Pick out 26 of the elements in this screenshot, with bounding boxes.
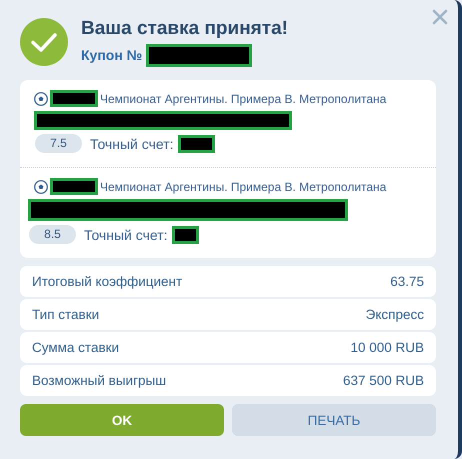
summary-value: 63.75 — [390, 274, 424, 289]
coupon-label: Купон № — [81, 47, 142, 63]
summary-label: Итоговый коэффициент — [32, 274, 182, 289]
success-title: Ваша ставка принята! — [81, 18, 288, 40]
summary-value: 10 000 RUB — [350, 340, 424, 355]
league-name: Чемпионат Аргентины. Примера B. Метрополитана — [100, 92, 386, 106]
print-button[interactable]: ПЕЧАТЬ — [232, 404, 436, 436]
odds-badge: 8.5 — [29, 225, 76, 244]
bet-type: Точный счет: — [90, 136, 174, 152]
summary-label: Возможный выигрыш — [32, 373, 166, 388]
redaction-bar — [50, 178, 98, 195]
soccer-ball-icon — [34, 180, 48, 194]
close-icon[interactable] — [432, 9, 448, 25]
redaction-bar — [172, 226, 198, 244]
soccer-ball-icon — [34, 92, 48, 106]
ok-button[interactable]: OK — [20, 404, 224, 436]
bet-type: Точный счет: — [84, 226, 168, 242]
redaction-bar — [178, 134, 214, 152]
summary-label: Тип ставки — [32, 307, 100, 322]
summary-label: Сумма ставки — [32, 340, 120, 355]
summary-value: 637 500 RUB — [342, 373, 424, 388]
league-name: Чемпионат Аргентины. Примера B. Метрополитана — [100, 180, 386, 194]
summary-value: Экспресс — [366, 307, 424, 322]
redaction-bar — [50, 90, 98, 107]
checkmark-icon — [20, 18, 68, 66]
odds-badge: 7.5 — [35, 134, 82, 153]
